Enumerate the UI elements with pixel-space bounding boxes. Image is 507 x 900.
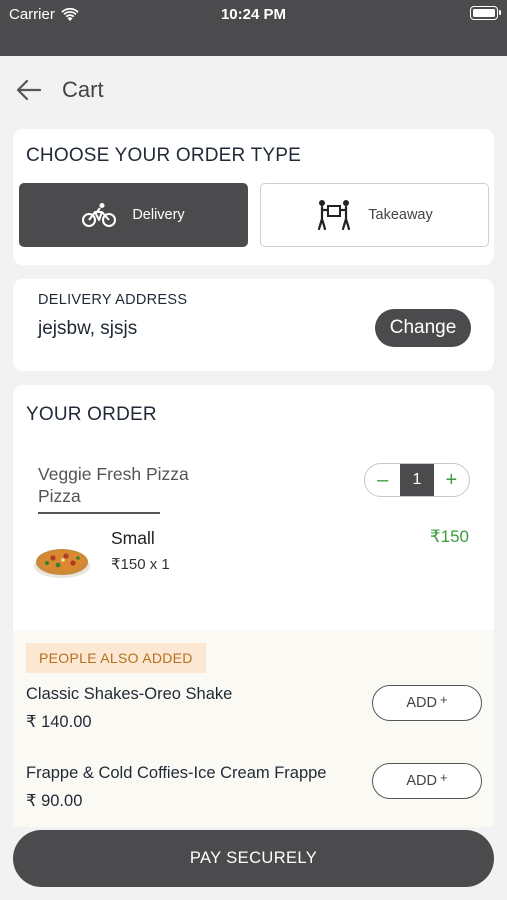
page-title: Cart (62, 77, 104, 102)
battery-icon (470, 6, 501, 20)
delivery-address-card: DELIVERY ADDRESS jejsbw, sjsjs Change (13, 279, 494, 371)
order-item-name: Veggie Fresh Pizza Pizza (38, 464, 189, 506)
delivery-option-button[interactable]: Delivery (19, 183, 248, 247)
app-header: Cart (0, 56, 507, 124)
add-button-label: ADD (406, 773, 438, 789)
takeaway-option-button[interactable]: Takeaway (260, 183, 489, 247)
order-type-title: CHOOSE YOUR ORDER TYPE (26, 145, 302, 166)
quantity-stepper: – 1 + (364, 463, 470, 497)
decrease-quantity-button[interactable]: – (365, 464, 400, 496)
people-also-added-section: PEOPLE ALSO ADDED Classic Shakes-Oreo Sh… (13, 630, 494, 827)
add-addon-button[interactable]: ADD + (372, 685, 482, 721)
status-bar: Carrier 10:24 PM (0, 0, 507, 56)
item-name-underline (38, 512, 160, 514)
addon-item-price: ₹ 140.00 (26, 713, 92, 731)
takeaway-option-label: Takeaway (368, 207, 433, 223)
people-also-added-badge: PEOPLE ALSO ADDED (26, 643, 206, 673)
delivery-address-label: DELIVERY ADDRESS (38, 292, 188, 308)
order-type-card: CHOOSE YOUR ORDER TYPE Delivery Takeaway (13, 129, 494, 265)
order-item-variant: Small (111, 528, 155, 548)
addon-item-name: Classic Shakes-Oreo Shake (26, 685, 233, 703)
delivery-address-value: jejsbw, sjsjs (38, 318, 138, 339)
plus-icon: + (440, 769, 448, 785)
delivery-option-label: Delivery (132, 207, 185, 223)
increase-quantity-button[interactable]: + (434, 464, 469, 496)
pizza-icon (34, 549, 90, 578)
plus-icon: + (440, 691, 448, 707)
your-order-card: YOUR ORDER Veggie Fresh Pizza Pizza – 1 … (13, 385, 494, 827)
add-addon-button[interactable]: ADD + (372, 763, 482, 799)
order-item-total: ₹150 (429, 527, 469, 546)
addon-item-price: ₹ 90.00 (26, 792, 83, 810)
change-address-button[interactable]: Change (375, 309, 471, 347)
addon-item-name: Frappe & Cold Coffies-Ice Cream Frappe (26, 764, 327, 782)
clock: 10:24 PM (220, 6, 287, 23)
bicycle-icon (82, 203, 117, 227)
people-carrying-box-icon (318, 200, 351, 231)
arrow-left-icon[interactable] (16, 78, 42, 102)
pay-securely-button[interactable]: PAY SECURELY (13, 830, 494, 887)
add-button-label: ADD (406, 695, 438, 711)
your-order-title: YOUR ORDER (26, 404, 157, 425)
quantity-value: 1 (400, 464, 434, 496)
order-item-unit-price: ₹150 x 1 (111, 556, 170, 573)
